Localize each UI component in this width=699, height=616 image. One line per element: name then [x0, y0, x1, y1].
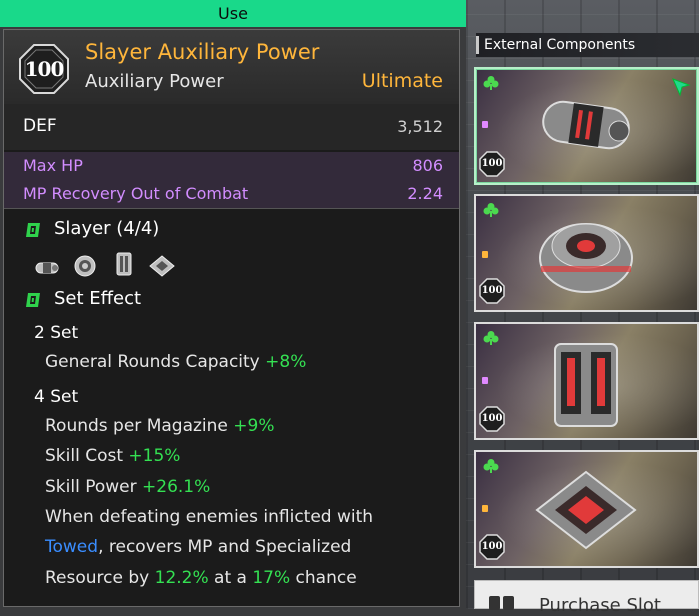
- keyword-towed[interactable]: Towed: [45, 537, 98, 557]
- set-effect-title: Set Effect: [54, 288, 142, 309]
- effect-line: Skill Power +26.1%: [45, 477, 210, 497]
- effect-desc-line-2: Towed, recovers MP and Specialized: [45, 537, 351, 557]
- purchase-slot-label: Purchase Slot: [539, 595, 661, 616]
- club-icon: [483, 76, 499, 90]
- card-level-badge: 100: [479, 278, 505, 304]
- card-level: 100: [481, 541, 503, 552]
- effect-value: +8%: [265, 352, 307, 372]
- stat-row-max-hp: Max HP 806: [4, 152, 459, 180]
- card-level: 100: [481, 285, 503, 296]
- sensor-icon: [539, 223, 633, 293]
- effect-line: General Rounds Capacity +8%: [45, 352, 306, 372]
- rarity-dot: [482, 251, 488, 258]
- memory-icon: [116, 252, 132, 276]
- effect-value: 17%: [252, 568, 291, 588]
- effect-text: Skill Cost: [45, 446, 124, 466]
- effect-desc-line-3: Resource by 12.2% at a 17% chance: [45, 568, 357, 588]
- effect-text: at a: [208, 568, 253, 588]
- item-type: Auxiliary Power: [85, 71, 224, 92]
- effect-desc-line-1: When defeating enemies inflicted with: [45, 507, 374, 527]
- club-icon: [483, 203, 499, 217]
- effect-text: Rounds per Magazine: [45, 416, 228, 436]
- item-name: Slayer Auxiliary Power: [85, 40, 320, 64]
- effect-value: +26.1%: [142, 477, 211, 497]
- stat-value: 2.24: [407, 184, 443, 203]
- card-level: 100: [481, 413, 503, 424]
- component-card-memory[interactable]: 100: [474, 322, 699, 440]
- sensor-icon: [74, 255, 96, 277]
- tooltip-header: 100 Slayer Auxiliary Power Auxiliary Pow…: [4, 30, 459, 104]
- external-components-title: External Components: [476, 33, 699, 57]
- two-set-label: 2 Set: [34, 323, 79, 343]
- effect-text: Resource by: [45, 568, 155, 588]
- purchase-slot-button[interactable]: Purchase Slot: [474, 580, 699, 616]
- stat-label: MP Recovery Out of Combat: [23, 184, 249, 203]
- cursor-icon: [672, 78, 691, 97]
- stat-value: 806: [412, 156, 443, 175]
- effect-text: General Rounds Capacity: [45, 352, 260, 372]
- component-card-auxiliary-power[interactable]: 100: [474, 67, 699, 185]
- effect-text: , recovers MP and Specialized: [98, 537, 352, 557]
- effect-line: Rounds per Magazine +9%: [45, 416, 275, 436]
- rarity-dot: [482, 121, 488, 128]
- auxiliary-power-icon: [35, 262, 59, 274]
- set-icon: [26, 223, 40, 237]
- set-title: Slayer (4/4): [54, 218, 160, 239]
- item-grade: Ultimate: [361, 70, 443, 92]
- slot-icon: [489, 596, 514, 610]
- effect-text: chance: [290, 568, 357, 588]
- card-level: 100: [481, 158, 503, 169]
- rarity-dot: [482, 377, 488, 384]
- component-card-processor[interactable]: 100: [474, 450, 699, 568]
- auxiliary-power-icon: [542, 100, 630, 150]
- club-icon: [483, 331, 499, 345]
- component-card-sensor[interactable]: 100: [474, 194, 699, 312]
- stat-row-mp-recovery: MP Recovery Out of Combat 2.24: [4, 180, 459, 208]
- processor-icon: [535, 470, 637, 550]
- effect-value: +15%: [128, 446, 181, 466]
- use-button[interactable]: Use: [0, 0, 466, 27]
- effect-value: +9%: [233, 416, 275, 436]
- def-value: 3,512: [397, 117, 443, 136]
- club-icon: [483, 459, 499, 473]
- four-set-label: 4 Set: [34, 387, 79, 407]
- divider: [4, 208, 459, 209]
- def-row: DEF 3,512: [4, 104, 459, 150]
- processor-icon: [149, 255, 175, 277]
- effect-line: Skill Cost +15%: [45, 446, 180, 466]
- item-tooltip: 100 Slayer Auxiliary Power Auxiliary Pow…: [3, 29, 460, 607]
- rarity-dot: [482, 505, 488, 512]
- memory-icon: [554, 343, 618, 427]
- item-level-badge: 100: [19, 44, 69, 94]
- set-effect-icon: [26, 293, 40, 307]
- item-level: 100: [24, 57, 65, 81]
- card-level-badge: 100: [479, 151, 505, 177]
- card-level-badge: 100: [479, 534, 505, 560]
- def-label: DEF: [23, 116, 57, 136]
- stat-label: Max HP: [23, 156, 83, 175]
- card-level-badge: 100: [479, 406, 505, 432]
- effect-text: Skill Power: [45, 477, 137, 497]
- effect-value: 12.2%: [154, 568, 209, 588]
